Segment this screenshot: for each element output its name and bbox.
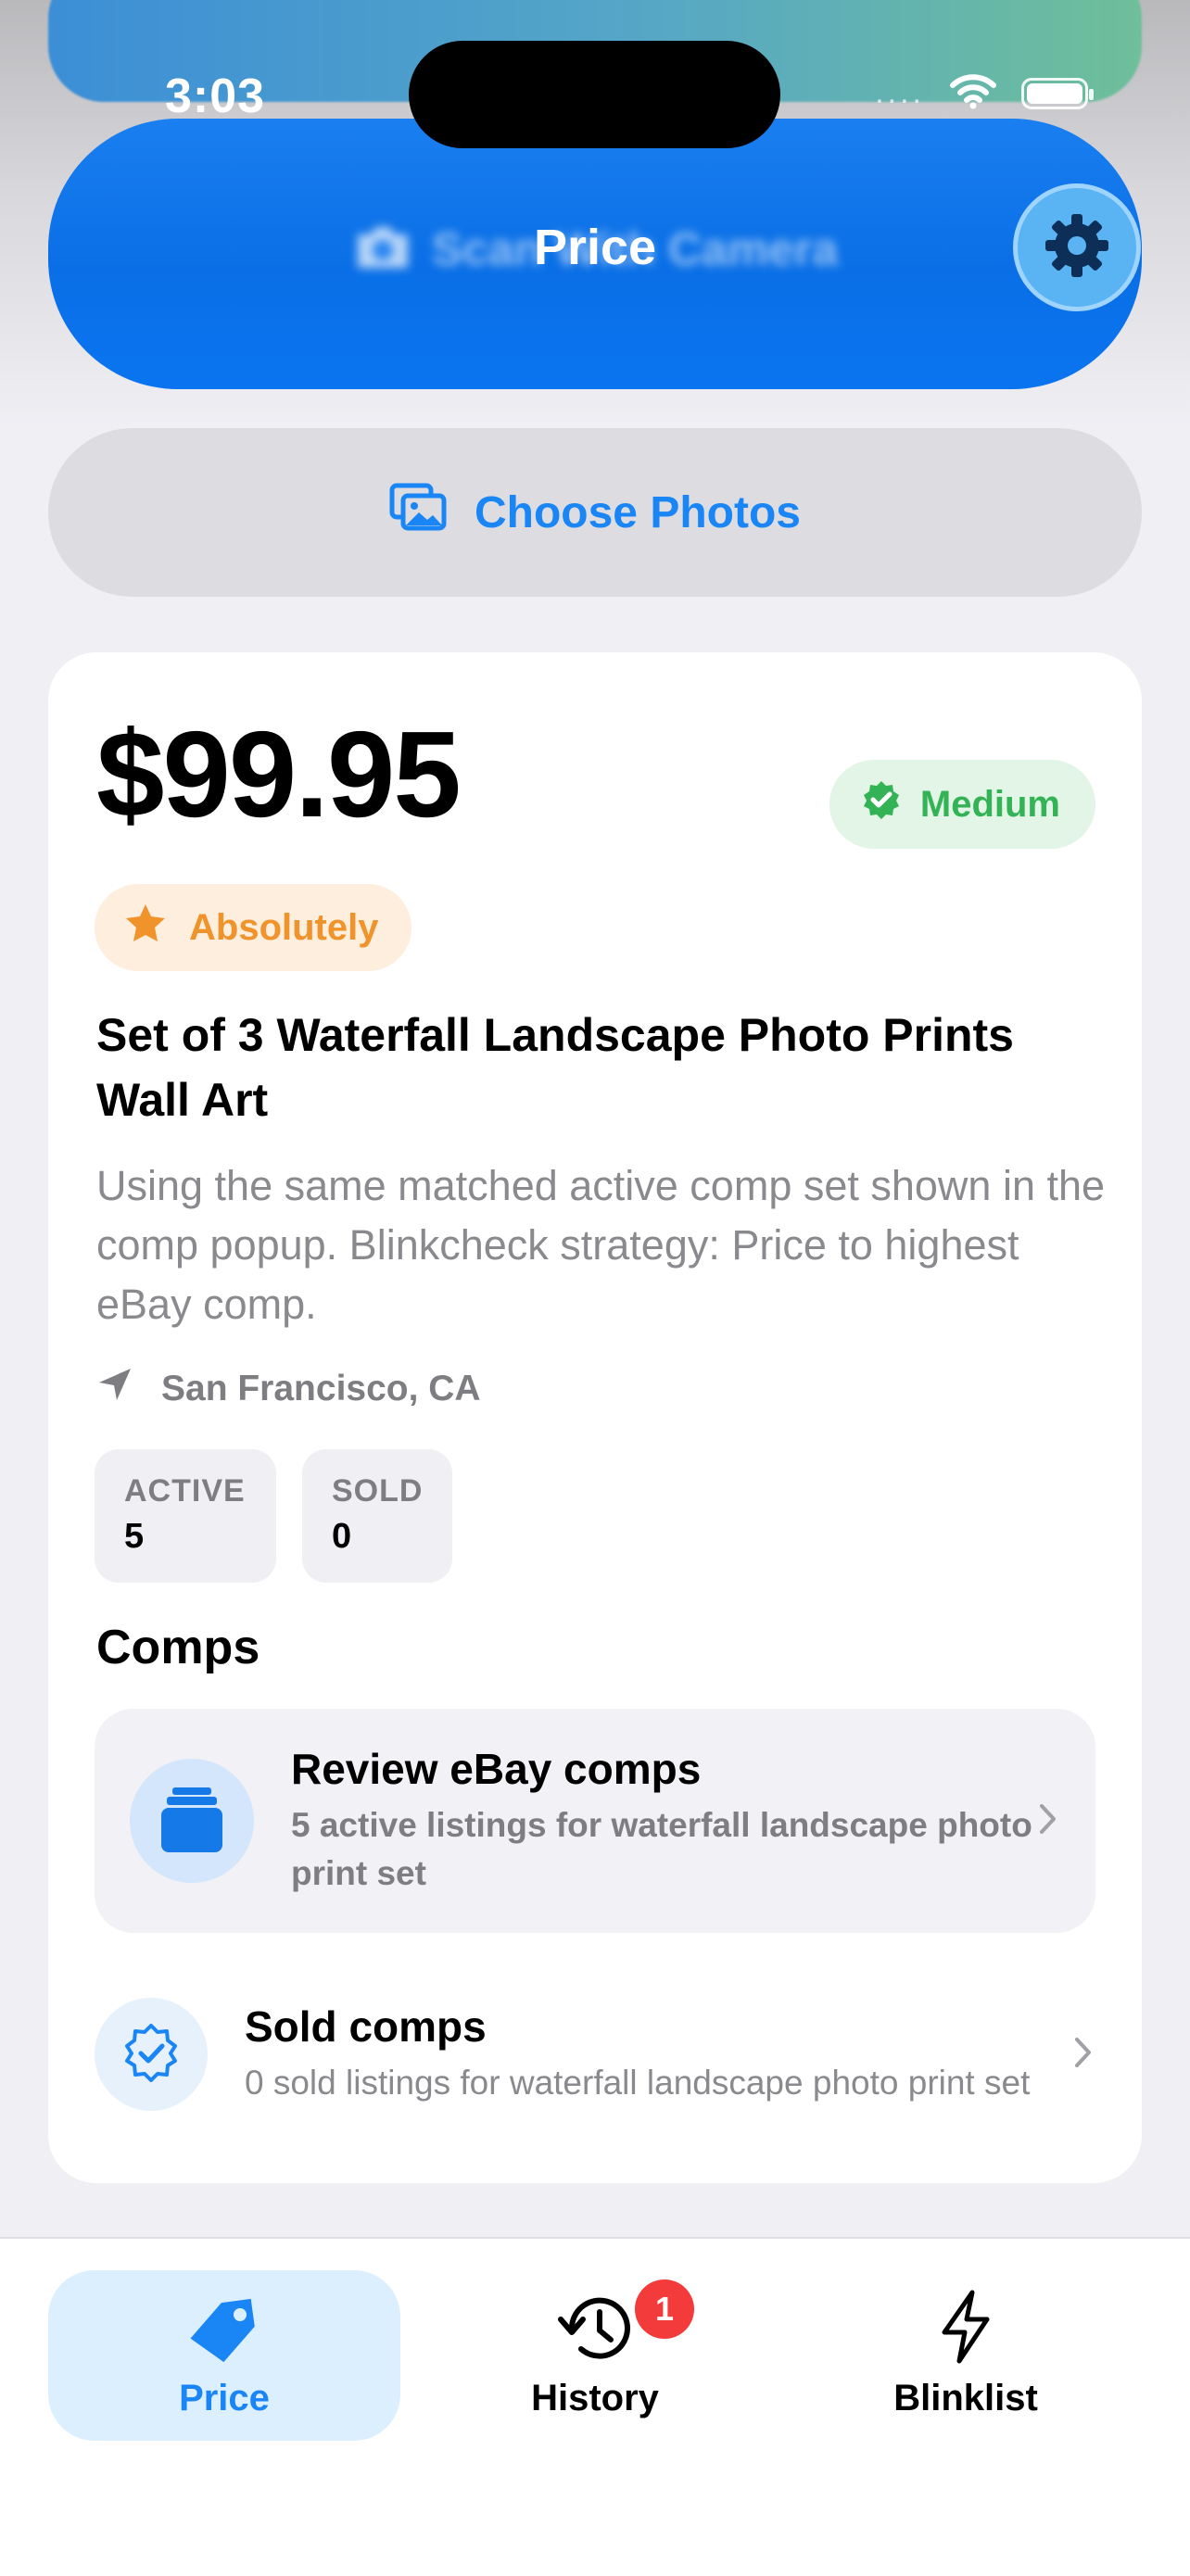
bolt-icon: [937, 2290, 994, 2368]
tab-history-label: History: [531, 2378, 659, 2418]
chevron-right-icon: [1038, 1802, 1058, 1840]
sold-label: SOLD: [332, 1473, 424, 1509]
sold-comps-subtitle: 0 sold listings for waterfall landscape …: [245, 2064, 1031, 2102]
review-comps-subtitle: 5 active listings for waterfall landscap…: [291, 1806, 1032, 1892]
item-title: Set of 3 Waterfall Landscape Photo Print…: [96, 1009, 1014, 1126]
battery-icon: [1021, 77, 1094, 109]
active-count-chip: ACTIVE 5: [95, 1449, 276, 1583]
star-icon: [124, 903, 167, 953]
tab-history-icon-wrap: 1: [557, 2279, 694, 2368]
tab-price-label: Price: [179, 2378, 270, 2418]
choose-photos-label: Choose Photos: [474, 487, 801, 537]
comps-heading: Comps: [96, 1621, 260, 1674]
confidence-badge-label: Medium: [919, 783, 1060, 825]
gear-icon: [1042, 210, 1112, 285]
tab-blinklist[interactable]: Blinklist: [790, 2270, 1142, 2441]
active-label: ACTIVE: [124, 1473, 246, 1509]
tab-blinklist-label: Blinklist: [893, 2378, 1038, 2418]
review-comps-text: Review eBay comps 5 active listings for …: [291, 1744, 1038, 1898]
review-comps-title: Review eBay comps: [291, 1745, 702, 1793]
tab-bar: Price 1 History Blinklist: [0, 2237, 1190, 2576]
sold-comps-row[interactable]: Sold comps 0 sold listings for waterfall…: [95, 1957, 1095, 2152]
review-ebay-comps-row[interactable]: Review eBay comps 5 active listings for …: [95, 1709, 1095, 1933]
photo-library-icon: [389, 483, 447, 542]
cellular-signal-icon: ....: [875, 75, 925, 110]
chevron-right-icon: [1073, 2036, 1094, 2074]
sold-comps-text: Sold comps 0 sold listings for waterfall…: [245, 2001, 1073, 2107]
status-time: 3:03: [165, 69, 266, 123]
verified-badge-icon: [121, 2023, 181, 2087]
stack-icon: [159, 1784, 224, 1859]
active-value: 5: [124, 1517, 145, 1556]
tab-price-icon-wrap: [184, 2289, 264, 2368]
tab-blinklist-icon-wrap: [937, 2289, 994, 2368]
price-value: $99.95: [96, 706, 462, 842]
sold-value: 0: [332, 1517, 352, 1556]
recommendation-badge: Absolutely: [95, 884, 412, 971]
sold-count-chip: SOLD 0: [302, 1449, 452, 1583]
location-arrow-icon: [96, 1366, 133, 1412]
status-icons: ....: [875, 72, 1094, 114]
tab-history[interactable]: 1 History: [419, 2270, 771, 2441]
location: San Francisco, CA: [96, 1366, 481, 1412]
dynamic-island: [409, 41, 780, 148]
verified-check-icon: [861, 779, 902, 829]
tag-icon: [184, 2293, 264, 2368]
history-notification-badge: 1: [635, 2279, 694, 2339]
stack-icon-wrap: [130, 1759, 254, 1883]
settings-button[interactable]: [1013, 183, 1141, 311]
wifi-icon: [949, 72, 997, 114]
sold-icon-wrap: [95, 1998, 208, 2111]
pricing-description: Using the same matched active comp set s…: [96, 1162, 1106, 1328]
location-label: San Francisco, CA: [161, 1369, 481, 1408]
recommendation-badge-label: Absolutely: [189, 906, 379, 948]
choose-photos-button[interactable]: Choose Photos: [48, 428, 1142, 597]
sold-comps-title: Sold comps: [245, 2002, 487, 2051]
history-icon: [557, 2293, 633, 2368]
tab-price[interactable]: Price: [48, 2270, 400, 2441]
result-card: $99.95 Medium Absolutely Set of 3 Waterf…: [48, 652, 1142, 2183]
page-title: Price: [533, 220, 657, 275]
confidence-badge: Medium: [829, 760, 1095, 849]
